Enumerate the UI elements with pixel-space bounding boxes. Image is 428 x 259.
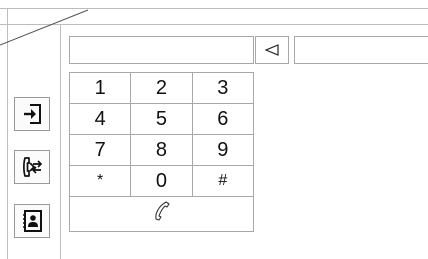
keypad-row: 7 8 9 [68, 134, 255, 166]
contacts-icon [23, 210, 42, 232]
key-2[interactable]: 2 [130, 72, 193, 104]
key-6[interactable]: 6 [191, 103, 255, 135]
keypad-row [69, 196, 254, 232]
contacts-button[interactable] [14, 204, 50, 238]
keypad: 1 2 3 4 5 6 7 8 9 * 0 # [68, 72, 255, 232]
key-9[interactable]: 9 [191, 134, 255, 166]
header-divider [0, 24, 428, 25]
key-4[interactable]: 4 [68, 103, 132, 135]
keypad-row: 4 5 6 [68, 103, 255, 135]
key-3[interactable]: 3 [191, 72, 255, 104]
key-hash[interactable]: # [191, 165, 255, 197]
backspace-button[interactable] [255, 36, 289, 64]
key-star[interactable]: * [68, 165, 132, 197]
key-0[interactable]: 0 [130, 165, 193, 197]
login-icon [24, 104, 41, 124]
top-divider [0, 8, 428, 9]
call-button[interactable] [69, 196, 254, 232]
backspace-icon [265, 44, 279, 56]
secondary-field[interactable] [294, 36, 428, 64]
keypad-row: * 0 # [68, 165, 255, 197]
phone-handset-icon [154, 201, 170, 221]
key-7[interactable]: 7 [68, 134, 132, 166]
sidebar-divider [60, 24, 61, 259]
keypad-row: 1 2 3 [68, 72, 255, 104]
key-1[interactable]: 1 [68, 72, 132, 104]
call-transfer-icon [23, 157, 43, 177]
call-transfer-button[interactable] [14, 150, 50, 184]
key-8[interactable]: 8 [130, 134, 193, 166]
number-input[interactable] [69, 36, 254, 64]
login-button[interactable] [14, 97, 50, 131]
left-border [7, 8, 8, 259]
key-5[interactable]: 5 [130, 103, 193, 135]
